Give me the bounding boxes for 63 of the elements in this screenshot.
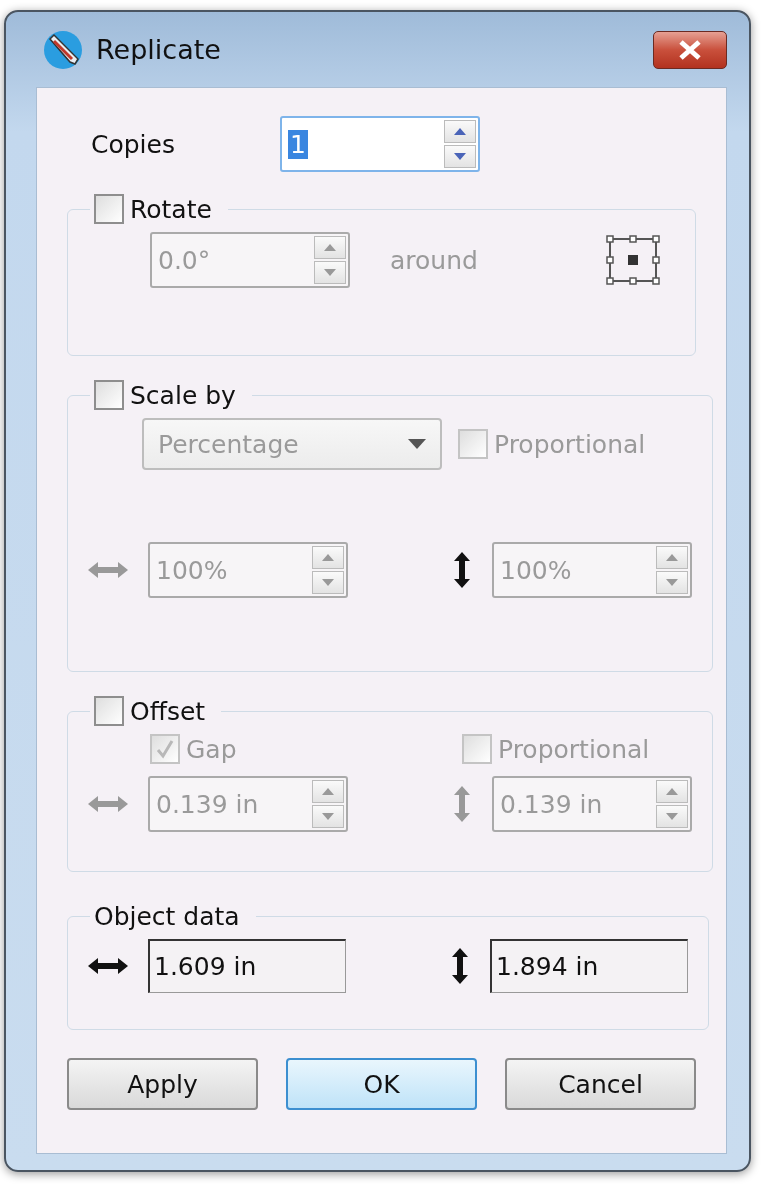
caret-down-icon xyxy=(323,268,337,277)
proportional-label: Proportional xyxy=(494,429,646,459)
scale-mode-dropdown[interactable]: Percentage xyxy=(142,418,442,470)
checkbox[interactable] xyxy=(462,734,492,764)
dialog-button[interactable]: Cancel xyxy=(505,1058,696,1110)
caret-up-icon xyxy=(665,787,679,796)
scale-label: Scale by xyxy=(130,380,236,410)
around-label: around xyxy=(390,245,478,275)
rotate-label: Rotate xyxy=(130,194,212,224)
checkbox[interactable] xyxy=(94,696,124,726)
spin-down-button[interactable] xyxy=(656,805,688,828)
window-title: Replicate xyxy=(96,34,222,65)
spin-down-button[interactable] xyxy=(314,261,346,284)
proportional-label: Proportional xyxy=(498,734,650,764)
spin-down-button[interactable] xyxy=(656,571,688,594)
spin-field[interactable]: 0.139 in xyxy=(148,776,348,832)
caret-up-icon xyxy=(321,787,335,796)
checkbox[interactable] xyxy=(94,194,124,224)
vertical-arrow-icon xyxy=(452,552,472,588)
width-field: 1.609 in xyxy=(148,939,346,993)
checkbox[interactable] xyxy=(94,380,124,410)
offset-label: Offset xyxy=(130,696,206,726)
caret-down-icon xyxy=(321,578,335,587)
caret-down-icon xyxy=(408,439,426,449)
spin-field[interactable]: 1 xyxy=(280,116,480,172)
object-data-label: Object data xyxy=(94,902,240,931)
horizontal-arrow-icon xyxy=(88,560,128,580)
caret-down-icon xyxy=(321,812,335,821)
spin-field[interactable]: 100% xyxy=(148,542,348,598)
copies-label: Copies xyxy=(91,129,175,159)
checkbox[interactable] xyxy=(150,734,180,764)
spin-up-button[interactable] xyxy=(312,780,344,803)
spin-up-button[interactable] xyxy=(656,546,688,569)
spin-down-button[interactable] xyxy=(312,805,344,828)
checkbox[interactable] xyxy=(458,429,488,459)
spin-field[interactable]: 0.0° xyxy=(150,232,350,288)
vertical-arrow-icon xyxy=(450,948,470,984)
caret-down-icon xyxy=(453,152,467,161)
horizontal-arrow-icon xyxy=(88,794,128,814)
height-field: 1.894 in xyxy=(490,939,688,993)
spin-up-button[interactable] xyxy=(444,120,476,143)
anchor-point-icon xyxy=(605,235,660,285)
caret-up-icon xyxy=(321,553,335,562)
spin-field[interactable]: 0.139 in xyxy=(492,776,692,832)
caret-up-icon xyxy=(665,553,679,562)
gap-label: Gap xyxy=(186,734,237,764)
caret-up-icon xyxy=(323,243,337,252)
spin-down-button[interactable] xyxy=(312,571,344,594)
caret-down-icon xyxy=(665,578,679,587)
spin-up-button[interactable] xyxy=(314,236,346,259)
spin-field[interactable]: 100% xyxy=(492,542,692,598)
spin-up-button[interactable] xyxy=(312,546,344,569)
caret-down-icon xyxy=(665,812,679,821)
check-icon xyxy=(154,738,176,760)
close-button[interactable] xyxy=(653,30,727,69)
dialog-button[interactable]: Apply xyxy=(67,1058,258,1110)
dialog-button[interactable]: OK xyxy=(286,1058,477,1110)
spin-up-button[interactable] xyxy=(656,780,688,803)
spin-down-button[interactable] xyxy=(444,145,476,168)
pen-icon xyxy=(42,28,84,71)
horizontal-arrow-icon xyxy=(88,956,128,976)
vertical-arrow-icon xyxy=(452,786,472,822)
caret-up-icon xyxy=(453,127,467,136)
